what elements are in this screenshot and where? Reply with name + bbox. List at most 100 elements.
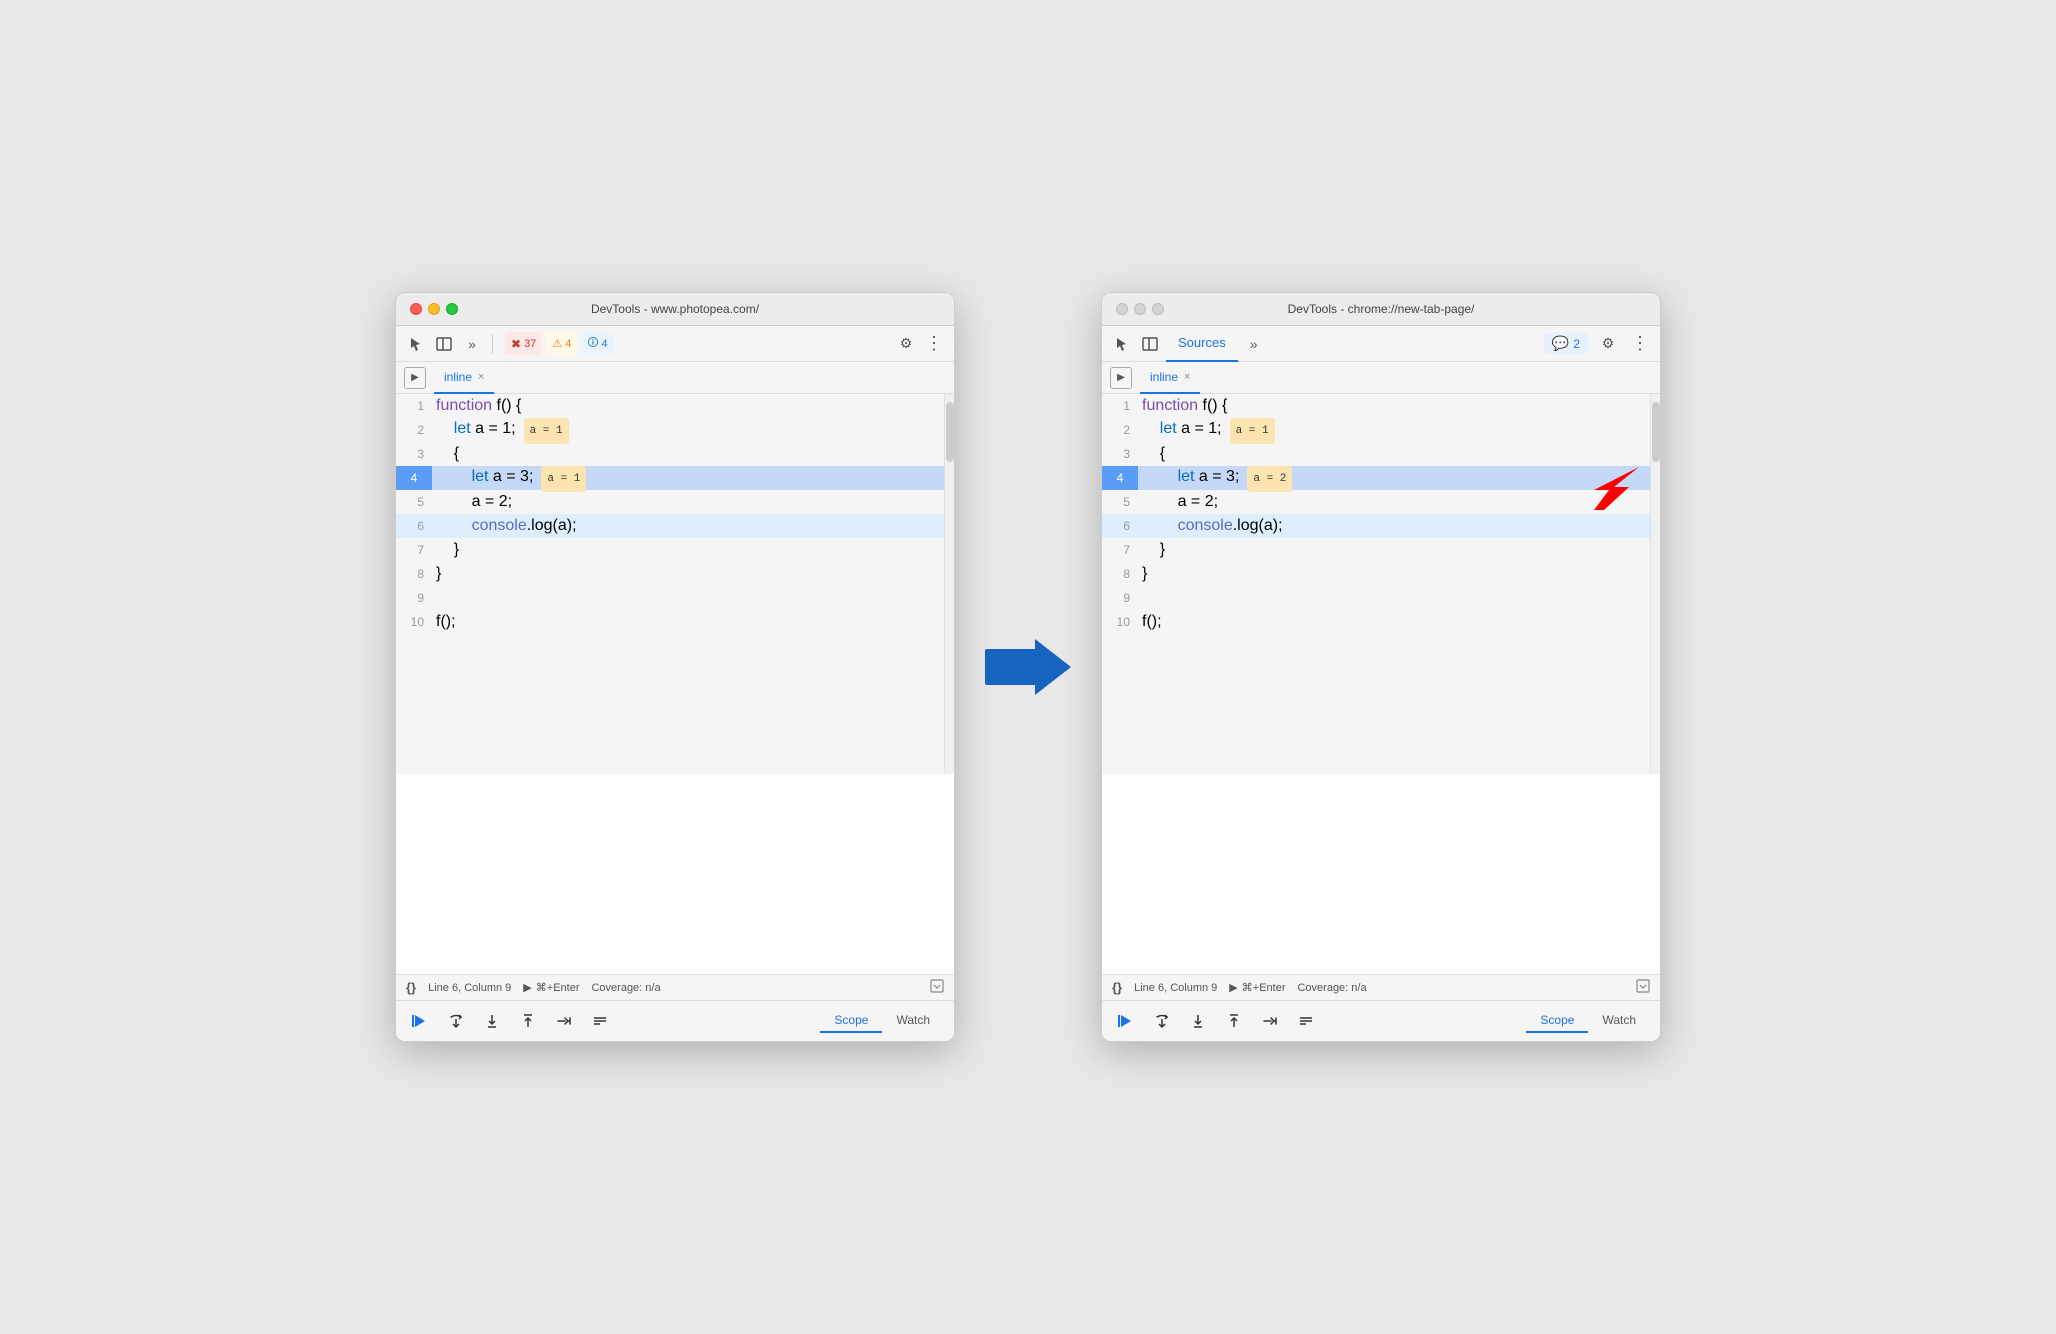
- left-step-over-icon[interactable]: [442, 1007, 470, 1035]
- right-line-num-1: 1: [1102, 394, 1138, 418]
- left-watch-tab[interactable]: Watch: [882, 1009, 944, 1033]
- left-inline-tab[interactable]: inline ×: [434, 362, 494, 394]
- cursor-icon[interactable]: [404, 332, 428, 356]
- warning-badge[interactable]: ⚠ 4: [546, 332, 577, 355]
- left-step-out-icon[interactable]: [514, 1007, 542, 1035]
- more-options-icon[interactable]: ⋮: [922, 332, 946, 356]
- right-sources-tab[interactable]: Sources: [1166, 326, 1238, 362]
- maximize-button[interactable]: [446, 303, 458, 315]
- right-minimize-button[interactable]: [1134, 303, 1146, 315]
- msg-icon: 💬: [1552, 335, 1569, 352]
- right-line-num-8: 8: [1102, 562, 1138, 586]
- left-code-line-4: 4 let a = 3;a = 1: [396, 466, 944, 490]
- more-tools-icon[interactable]: »: [460, 332, 484, 356]
- line-content-7: }: [432, 538, 944, 562]
- line-content-10: f();: [432, 610, 944, 634]
- left-format-icon[interactable]: {}: [406, 980, 416, 995]
- right-cursor-icon[interactable]: [1110, 332, 1134, 356]
- error-count: 37: [524, 338, 536, 350]
- right-code-line-10: 10 f();: [1102, 610, 1650, 634]
- right-code-line-7: 7 }: [1102, 538, 1650, 562]
- right-bottom-toolbar: Scope Watch: [1102, 1000, 1660, 1041]
- right-sources-toolbar: Sources » 💬 2 ⚙ ⋮: [1102, 326, 1660, 362]
- left-scrollbar-thumb[interactable]: [946, 402, 954, 462]
- right-step-icon[interactable]: [1256, 1007, 1284, 1035]
- right-coverage: Coverage: n/a: [1297, 982, 1366, 994]
- left-scope-tab[interactable]: Scope: [820, 1009, 882, 1033]
- right-line-num-6: 6: [1102, 514, 1138, 538]
- line-num-6: 6: [396, 514, 432, 538]
- play-icon[interactable]: ▶: [404, 367, 426, 389]
- right-step-into-icon[interactable]: [1184, 1007, 1212, 1035]
- right-close-button[interactable]: [1116, 303, 1128, 315]
- error-badge[interactable]: ✖ 37: [505, 332, 542, 355]
- right-line-num-4: 4: [1102, 466, 1138, 490]
- right-scrollbar-thumb[interactable]: [1652, 402, 1660, 462]
- right-position: Line 6, Column 9: [1134, 982, 1217, 994]
- left-traffic-lights: [410, 303, 458, 315]
- right-code-wrapper: 1 function f() { 2 let a = 1;a = 1 3 {: [1102, 394, 1660, 774]
- left-devtools-window: DevTools - www.photopea.com/ » ✖: [395, 292, 955, 1042]
- line-num-7: 7: [396, 538, 432, 562]
- right-deactivate-icon[interactable]: [1292, 1007, 1320, 1035]
- line-content-5: a = 2;: [432, 490, 944, 514]
- right-line-content-10: f();: [1138, 610, 1650, 634]
- right-format-icon[interactable]: {}: [1112, 980, 1122, 995]
- info-badge[interactable]: 🛈 4: [581, 332, 613, 355]
- right-scrollbar[interactable]: [1650, 394, 1660, 774]
- left-step-into-icon[interactable]: [478, 1007, 506, 1035]
- right-tab-bar: ▶ inline ×: [1102, 362, 1660, 394]
- right-line-num-7: 7: [1102, 538, 1138, 562]
- warning-count: 4: [565, 338, 571, 350]
- right-line-content-1: function f() {: [1138, 394, 1650, 418]
- right-code-line-1: 1 function f() {: [1102, 394, 1650, 418]
- left-resume-icon[interactable]: [406, 1007, 434, 1035]
- left-tab-close[interactable]: ×: [478, 371, 484, 383]
- right-devtools-window: DevTools - chrome://new-tab-page/ Source…: [1101, 292, 1661, 1042]
- left-code-line-7: 7 }: [396, 538, 944, 562]
- right-step-over-icon[interactable]: [1148, 1007, 1176, 1035]
- right-more-tabs-icon[interactable]: »: [1242, 332, 1266, 356]
- dock-icon[interactable]: [432, 332, 456, 356]
- right-tab-close[interactable]: ×: [1184, 371, 1190, 383]
- right-run-button[interactable]: ▶ ⌘+Enter: [1229, 981, 1285, 994]
- left-empty-area: [396, 774, 954, 974]
- left-code-line-6: 6 console.log(a);: [396, 514, 944, 538]
- minimize-button[interactable]: [428, 303, 440, 315]
- left-code-line-8: 8 }: [396, 562, 944, 586]
- right-code-line-9: 9: [1102, 586, 1650, 610]
- right-scope-tab[interactable]: Scope: [1526, 1009, 1588, 1033]
- left-scrollbar[interactable]: [944, 394, 954, 774]
- right-code-line-6: 6 console.log(a);: [1102, 514, 1650, 538]
- settings-icon[interactable]: ⚙: [894, 332, 918, 356]
- left-status-dropdown-icon[interactable]: [930, 979, 944, 996]
- left-code-lines: 1 function f() { 2 let a = 1;a = 1 3 { 4: [396, 394, 944, 774]
- right-play-icon[interactable]: ▶: [1110, 367, 1132, 389]
- left-run-shortcut: ⌘+Enter: [536, 981, 580, 994]
- right-dock-icon[interactable]: [1138, 332, 1162, 356]
- right-more-options-icon[interactable]: ⋮: [1628, 332, 1652, 356]
- right-resume-icon[interactable]: [1112, 1007, 1140, 1035]
- left-position: Line 6, Column 9: [428, 982, 511, 994]
- right-step-out-icon[interactable]: [1220, 1007, 1248, 1035]
- left-run-button[interactable]: ▶ ⌘+Enter: [523, 981, 579, 994]
- right-watch-tab[interactable]: Watch: [1588, 1009, 1650, 1033]
- left-deactivate-icon[interactable]: [586, 1007, 614, 1035]
- left-bottom-tabs: Scope Watch: [820, 1009, 944, 1033]
- right-inline-tab[interactable]: inline ×: [1140, 362, 1200, 394]
- right-line-content-8: }: [1138, 562, 1650, 586]
- right-settings-icon[interactable]: ⚙: [1596, 332, 1620, 356]
- line-num-5: 5: [396, 490, 432, 514]
- right-maximize-button[interactable]: [1152, 303, 1164, 315]
- right-run-shortcut: ⌘+Enter: [1242, 981, 1286, 994]
- close-button[interactable]: [410, 303, 422, 315]
- right-empty-area: [1102, 774, 1660, 974]
- line-content-8: }: [432, 562, 944, 586]
- left-tab-label: inline: [444, 370, 472, 384]
- right-status-dropdown-icon[interactable]: [1636, 979, 1650, 996]
- right-msg-count: 2: [1573, 337, 1580, 351]
- line-num-1: 1: [396, 394, 432, 418]
- right-msg-badge[interactable]: 💬 2: [1544, 333, 1588, 354]
- left-status-bar: {} Line 6, Column 9 ▶ ⌘+Enter Coverage: …: [396, 974, 954, 1000]
- left-step-icon[interactable]: [550, 1007, 578, 1035]
